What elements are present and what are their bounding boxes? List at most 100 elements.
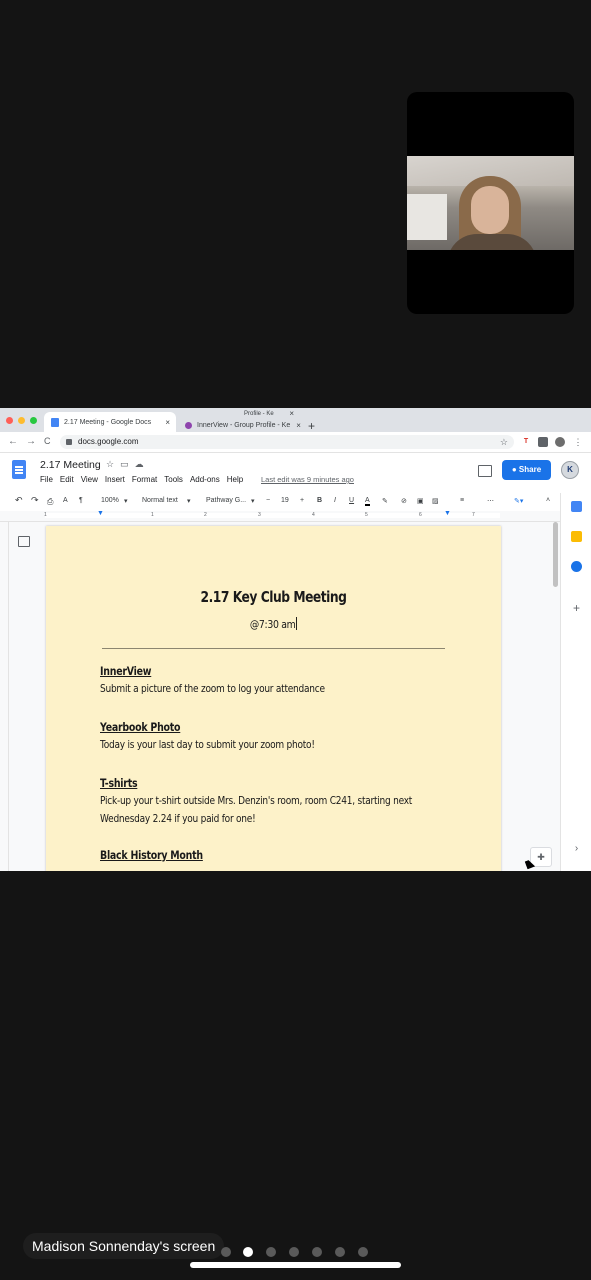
- editing-mode-icon[interactable]: ✎▾: [514, 497, 523, 505]
- close-window-button[interactable]: [6, 417, 13, 424]
- page-dot[interactable]: [266, 1247, 276, 1257]
- google-docs-icon: [51, 417, 59, 427]
- collapse-menus-icon[interactable]: ˄: [546, 497, 550, 504]
- link-icon[interactable]: ⊘: [401, 497, 407, 505]
- document-page[interactable]: 2.17 Key Club Meeting @7:30 am InnerView…: [46, 526, 501, 871]
- home-indicator[interactable]: [190, 1262, 401, 1268]
- minimize-window-button[interactable]: [18, 417, 25, 424]
- print-icon[interactable]: ⎙: [47, 497, 53, 507]
- spellcheck-icon[interactable]: A: [63, 497, 68, 504]
- share-button[interactable]: ● Share: [502, 460, 551, 480]
- ruler-label: 7: [472, 512, 475, 518]
- align-icon[interactable]: ≡: [460, 497, 464, 504]
- reload-button[interactable]: C: [44, 436, 51, 446]
- star-icon[interactable]: ☆: [106, 459, 120, 469]
- decrease-font-size-button[interactable]: −: [266, 497, 270, 504]
- right-indent-marker-icon[interactable]: ▼: [444, 510, 451, 517]
- bookmark-star-icon[interactable]: ☆: [500, 435, 508, 449]
- document-scrollbar[interactable]: [553, 522, 558, 587]
- italic-button[interactable]: I: [334, 497, 336, 504]
- close-tab-icon[interactable]: ×: [283, 409, 300, 418]
- section-yearbook-photo: Yearbook Photo Today is your last day to…: [100, 720, 395, 754]
- last-edit-link[interactable]: Last edit was 9 minutes ago: [261, 475, 354, 484]
- formatting-toolbar: ↶ ↷ ⎙ A ¶ 100% ▾ Normal text ▾ Pathway G…: [0, 493, 591, 512]
- undo-icon[interactable]: ↶: [15, 495, 23, 506]
- menu-help[interactable]: Help: [227, 475, 243, 484]
- text-color-button[interactable]: A: [365, 497, 370, 506]
- menu-tools[interactable]: Tools: [164, 475, 183, 484]
- menu-add-ons[interactable]: Add-ons: [190, 475, 220, 484]
- highlight-icon[interactable]: ✎: [382, 497, 388, 505]
- extension-icon[interactable]: T: [521, 437, 531, 447]
- expand-panel-icon[interactable]: ›: [571, 843, 582, 854]
- comments-icon[interactable]: [478, 465, 492, 477]
- ruler-label: 1: [151, 512, 154, 518]
- paint-format-icon[interactable]: ¶: [79, 497, 83, 504]
- ruler-label: 3: [258, 512, 261, 518]
- more-menu-icon[interactable]: ⋮: [573, 437, 583, 447]
- move-folder-icon[interactable]: ▭: [120, 459, 135, 469]
- menu-file[interactable]: File: [40, 475, 53, 484]
- side-panel: + ›: [560, 493, 591, 871]
- calendar-icon[interactable]: [571, 501, 582, 512]
- image-icon[interactable]: ▨: [432, 497, 439, 505]
- zoom-select[interactable]: 100%: [101, 497, 119, 504]
- more-options-icon[interactable]: ⋯: [487, 497, 494, 505]
- page-dot[interactable]: [358, 1247, 368, 1257]
- close-tab-icon[interactable]: ×: [290, 421, 306, 430]
- bold-button[interactable]: B: [317, 497, 322, 504]
- indent-marker-icon[interactable]: ▼: [97, 510, 104, 517]
- document-title[interactable]: 2.17 Meeting: [40, 459, 101, 471]
- browser-toolbar: ← → C docs.google.com ☆ T ⋮: [0, 432, 591, 453]
- underline-button[interactable]: U: [349, 497, 354, 504]
- extensions-puzzle-icon[interactable]: [538, 437, 548, 447]
- forward-button[interactable]: →: [26, 436, 36, 447]
- menu-edit[interactable]: Edit: [60, 475, 74, 484]
- close-tab-icon[interactable]: ×: [159, 418, 176, 427]
- chevron-down-icon: ▾: [251, 498, 255, 505]
- profile-icon[interactable]: [555, 437, 565, 447]
- ruler-label: 2: [204, 512, 207, 518]
- menu-format[interactable]: Format: [132, 475, 157, 484]
- page-dot[interactable]: [312, 1247, 322, 1257]
- menu-view[interactable]: View: [81, 475, 98, 484]
- participant-video: [407, 156, 574, 250]
- comment-add-icon[interactable]: ▣: [417, 497, 424, 505]
- back-button[interactable]: ←: [8, 436, 18, 447]
- page-dot[interactable]: [221, 1247, 231, 1257]
- participant-video-tile[interactable]: [407, 92, 574, 314]
- increase-font-size-button[interactable]: +: [300, 497, 304, 504]
- add-ons-plus-icon[interactable]: +: [571, 602, 582, 614]
- section-title: T-shirts: [100, 776, 138, 790]
- tasks-icon[interactable]: [571, 561, 582, 572]
- chevron-down-icon: ▾: [124, 498, 128, 505]
- font-select[interactable]: Pathway G...: [206, 497, 246, 504]
- shared-screen: 2.17 Meeting - Google Docs × InnerView -…: [0, 408, 591, 871]
- docs-home-icon[interactable]: [12, 460, 26, 479]
- vertical-ruler: [0, 522, 9, 871]
- menu-insert[interactable]: Insert: [105, 475, 125, 484]
- lock-icon: [66, 438, 72, 445]
- maximize-window-button[interactable]: [30, 417, 37, 424]
- cloud-status-icon[interactable]: ☁: [135, 459, 150, 469]
- horizontal-line: [102, 648, 445, 649]
- page-dot-active[interactable]: [243, 1247, 253, 1257]
- section-body: Submit a picture of the zoom to log your…: [100, 682, 325, 695]
- page-dot[interactable]: [289, 1247, 299, 1257]
- font-size-input[interactable]: 19: [281, 497, 289, 504]
- ruler-label: 4: [312, 512, 315, 518]
- address-bar[interactable]: docs.google.com ☆: [60, 435, 514, 449]
- style-select[interactable]: Normal text: [142, 497, 178, 504]
- account-avatar[interactable]: K: [561, 461, 579, 479]
- document-canvas[interactable]: 2.17 Key Club Meeting @7:30 am InnerView…: [0, 522, 560, 871]
- tab-profile[interactable]: Profile - Ke ×: [238, 409, 300, 418]
- section-title: Yearbook Photo: [100, 720, 181, 734]
- tab-google-docs[interactable]: 2.17 Meeting - Google Docs ×: [44, 412, 176, 432]
- tab-innerview[interactable]: InnerView - Group Profile - Ke ×: [178, 418, 306, 432]
- page-dot[interactable]: [335, 1247, 345, 1257]
- keep-icon[interactable]: [571, 531, 582, 542]
- redo-icon[interactable]: ↷: [31, 495, 39, 506]
- document-outline-icon[interactable]: [18, 536, 30, 547]
- ruler-label: 5: [365, 512, 368, 518]
- horizontal-ruler: 1 ▼ 1 2 3 4 5 6 ▼ 7: [0, 510, 560, 522]
